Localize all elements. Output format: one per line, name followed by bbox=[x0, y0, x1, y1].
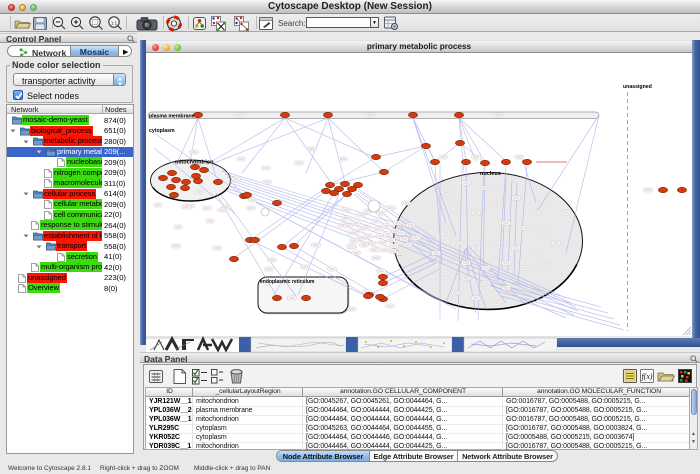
svg-text:1:1: 1:1 bbox=[111, 20, 118, 25]
svg-text:nucleus: nucleus bbox=[480, 171, 501, 177]
svg-text:endoplasmic reticulum: endoplasmic reticulum bbox=[260, 279, 315, 285]
svg-text:f(x): f(x) bbox=[641, 372, 652, 381]
svg-text:plasma membrane: plasma membrane bbox=[149, 113, 195, 119]
svg-text:unassigned: unassigned bbox=[623, 84, 652, 90]
svg-text:mitochondrion: mitochondrion bbox=[175, 160, 214, 166]
svg-text:cytoplasm: cytoplasm bbox=[149, 128, 175, 134]
